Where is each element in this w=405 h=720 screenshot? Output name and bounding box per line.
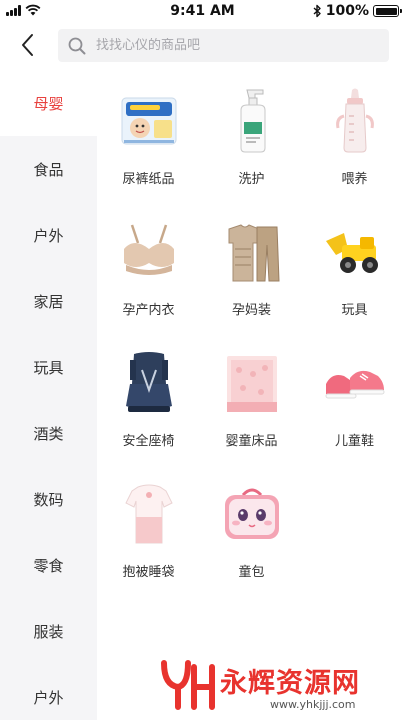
yh-logo-icon (161, 660, 215, 710)
subcategory-label: 孕产内衣 (122, 303, 175, 318)
watermark-url: www.yhkjjj.com (270, 698, 356, 711)
sidebar-item-label: 食品 (33, 160, 64, 179)
search-bar[interactable] (58, 29, 389, 62)
subcategory-label: 喂养 (341, 172, 368, 187)
sidebar-item-alcohol[interactable]: 酒类 (0, 400, 97, 466)
sidebar-item-food[interactable]: 食品 (0, 136, 97, 202)
subcategory-feeding[interactable]: 喂养 (303, 88, 405, 219)
sidebar-item-label: 酒类 (33, 424, 64, 443)
watermark: 永辉资源网 www.yhkjjj.com (158, 655, 388, 715)
sidebar-item-maternity-baby[interactable]: 母婴 (0, 70, 97, 136)
sidebar-item-outdoor[interactable]: 户外 (0, 202, 97, 268)
subcategory-swaddle-sleeping-bag[interactable]: 抱被睡袋 (97, 481, 200, 612)
diaper-pack-icon (116, 88, 182, 154)
subcategory-car-seat[interactable]: 安全座椅 (97, 350, 200, 481)
header (0, 22, 405, 70)
battery-icon (373, 5, 402, 17)
subcategory-toys[interactable]: 玩具 (303, 219, 405, 350)
sidebar-item-label: 户外 (33, 226, 64, 245)
bedding-icon (219, 350, 285, 416)
sidebar-item-outdoor-2[interactable]: 户外 (0, 664, 97, 720)
subcategory-label: 玩具 (341, 303, 368, 318)
subcategory-label: 婴童床品 (225, 434, 278, 449)
sidebar-item-label: 母婴 (33, 94, 64, 113)
chevron-left-icon (22, 34, 33, 56)
sidebar-item-home[interactable]: 家居 (0, 268, 97, 334)
bluetooth-icon (313, 4, 321, 18)
subcategory-label: 孕妈装 (231, 303, 271, 318)
subcategory-grid: 尿裤纸品 洗护 喂养 孕产内衣 孕妈装 玩具 安全座椅 婴童床品 儿童鞋 抱被睡… (97, 70, 405, 612)
sidebar-item-toys[interactable]: 玩具 (0, 334, 97, 400)
sidebar-item-label: 家居 (33, 292, 64, 311)
subcategory-label: 安全座椅 (122, 434, 175, 449)
subcategory-kids-bags[interactable]: 童包 (200, 481, 303, 612)
search-icon (68, 37, 86, 54)
subcategory-maternity-wear[interactable]: 孕妈装 (200, 219, 303, 350)
subcategory-label: 儿童鞋 (334, 434, 374, 449)
subcategory-diapers[interactable]: 尿裤纸品 (97, 88, 200, 219)
car-seat-icon (116, 350, 182, 416)
sidebar-item-label: 户外 (33, 688, 64, 707)
sidebar-item-snacks[interactable]: 零食 (0, 532, 97, 598)
sidebar-item-clothing[interactable]: 服装 (0, 598, 97, 664)
subcategory-label: 洗护 (238, 172, 265, 187)
battery-fill (375, 7, 397, 15)
toy-truck-icon (322, 219, 388, 285)
kids-bag-icon (219, 481, 285, 547)
sidebar-item-digital[interactable]: 数码 (0, 466, 97, 532)
battery-percent: 100% (325, 3, 369, 19)
sidebar-item-label: 数码 (33, 490, 64, 509)
baby-bottle-icon (322, 88, 388, 154)
watermark-title: 永辉资源网 (220, 668, 360, 699)
category-sidebar: 母婴 食品 户外 家居 玩具 酒类 数码 零食 服装 户外 (0, 70, 97, 720)
subcategory-baby-bedding[interactable]: 婴童床品 (200, 350, 303, 481)
subcategory-panel: 尿裤纸品 洗护 喂养 孕产内衣 孕妈装 玩具 安全座椅 婴童床品 儿童鞋 抱被睡… (97, 70, 405, 720)
sidebar-item-label: 玩具 (33, 358, 64, 377)
search-input[interactable] (96, 38, 366, 53)
back-button[interactable] (10, 28, 44, 62)
bra-icon (116, 219, 182, 285)
subcategory-label: 抱被睡袋 (122, 565, 175, 580)
status-bar: 9:41 AM 100% (0, 0, 405, 22)
sidebar-item-label: 零食 (33, 556, 64, 575)
maternity-outfit-icon (219, 219, 285, 285)
kids-shoe-icon (322, 350, 388, 416)
sidebar-item-label: 服装 (33, 622, 64, 641)
status-right: 100% (313, 3, 402, 19)
sleeping-bag-icon (116, 481, 182, 547)
subcategory-label: 童包 (238, 565, 265, 580)
subcategory-washcare[interactable]: 洗护 (200, 88, 303, 219)
subcategory-label: 尿裤纸品 (122, 172, 175, 187)
lotion-bottle-icon (219, 88, 285, 154)
subcategory-maternity-underwear[interactable]: 孕产内衣 (97, 219, 200, 350)
subcategory-kids-shoes[interactable]: 儿童鞋 (303, 350, 405, 481)
